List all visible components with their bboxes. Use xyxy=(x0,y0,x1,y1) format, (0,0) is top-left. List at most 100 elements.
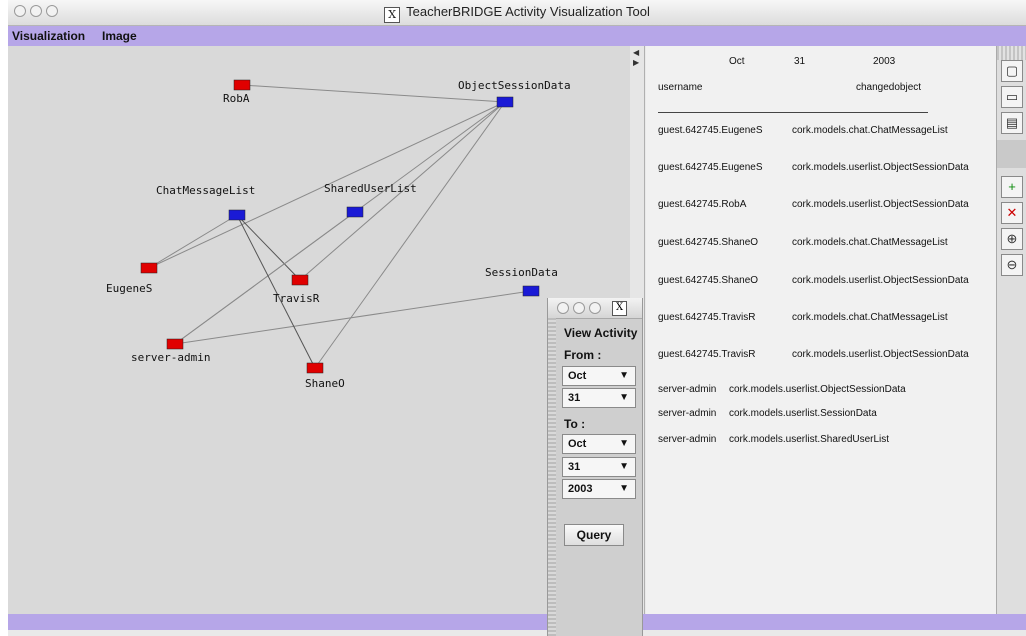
node-box[interactable] xyxy=(346,206,364,218)
graph-node-chatmessagelist[interactable]: ChatMessageList xyxy=(156,184,255,221)
dialog-minimize-icon[interactable] xyxy=(573,302,585,314)
dialog-grip[interactable] xyxy=(548,318,556,636)
graph-edge xyxy=(174,290,532,345)
graph-node-objectsessiondata[interactable]: ObjectSessionData xyxy=(458,79,571,108)
delete-node-icon[interactable]: ✕ xyxy=(1001,202,1023,224)
save-icon[interactable]: ▤ xyxy=(1001,112,1023,134)
new-document-icon[interactable]: ▢ xyxy=(1001,60,1023,82)
query-button[interactable]: Query xyxy=(564,524,624,546)
title-bar[interactable]: X TeacherBRIDGE Activity Visualization To… xyxy=(8,0,1026,26)
node-box[interactable] xyxy=(228,209,246,221)
to-year-value: 2003 xyxy=(568,483,593,495)
node-label: SharedUserList xyxy=(324,182,417,195)
menu-bar: Visualization Image xyxy=(8,26,1026,46)
graph-node-travisr[interactable]: TravisR xyxy=(273,274,320,305)
from-month-select[interactable]: Oct ▼ xyxy=(562,366,636,386)
result-changedobject: cork.models.userlist.ObjectSessionData xyxy=(792,275,969,286)
results-panel: Oct 31 2003 username changedobject guest… xyxy=(646,46,996,614)
graph-node-server-admin[interactable]: server-admin xyxy=(131,338,210,364)
node-box[interactable] xyxy=(291,274,309,286)
menu-image[interactable]: Image xyxy=(102,29,137,43)
network-graph[interactable]: RobA ObjectSessionData ChatMessageList Shar… xyxy=(8,46,630,614)
node-label: EugeneS xyxy=(106,282,152,295)
result-username: guest.642745.RobA xyxy=(658,199,747,210)
status-bar xyxy=(8,614,1026,630)
result-username: server-admin xyxy=(658,408,717,419)
chevron-down-icon: ▼ xyxy=(619,461,629,472)
node-label: ShaneO xyxy=(305,377,345,390)
node-box[interactable] xyxy=(233,79,251,91)
toolbar-grip[interactable] xyxy=(997,46,1026,60)
result-changedobject: cork.models.userlist.SharedUserList xyxy=(729,434,890,445)
graph-node-roba[interactable]: RobA xyxy=(223,79,251,105)
graph-edge xyxy=(148,214,238,269)
node-label: ChatMessageList xyxy=(156,184,255,197)
result-username: guest.642745.TravisR xyxy=(658,312,756,323)
from-label: From : xyxy=(564,348,602,362)
dialog-zoom-icon[interactable] xyxy=(589,302,601,314)
window-title-text: TeacherBRIDGE Activity Visualization Too… xyxy=(406,4,650,19)
dialog-title: View Activity xyxy=(564,326,638,340)
node-label: server-admin xyxy=(131,351,210,364)
result-changedobject: cork.models.userlist.ObjectSessionData xyxy=(792,162,969,173)
graph-edge xyxy=(174,211,356,345)
collapse-left-icon[interactable]: ◀ xyxy=(633,48,639,57)
graph-edge xyxy=(314,101,506,369)
graph-node-eugenes[interactable]: EugeneS xyxy=(106,262,158,295)
zoom-in-icon[interactable]: ⊕ xyxy=(1001,228,1023,250)
collapse-right-icon[interactable]: ▶ xyxy=(633,58,639,67)
result-changedobject: cork.models.chat.ChatMessageList xyxy=(792,312,948,323)
chevron-down-icon: ▼ xyxy=(619,370,629,381)
to-day-value: 31 xyxy=(568,461,581,473)
from-day-select[interactable]: 31 ▼ xyxy=(562,388,636,408)
result-changedobject: cork.models.chat.ChatMessageList xyxy=(792,237,948,248)
to-year-select[interactable]: 2003 ▼ xyxy=(562,479,636,499)
node-label: SessionData xyxy=(485,266,558,279)
to-month-select[interactable]: Oct ▼ xyxy=(562,434,636,454)
results-list: guest.642745.EugeneS cork.models.chat.Cha… xyxy=(646,46,996,606)
result-changedobject: cork.models.userlist.ObjectSessionData xyxy=(792,199,969,210)
chevron-down-icon: ▼ xyxy=(619,438,629,449)
node-label: RobA xyxy=(223,92,250,105)
open-icon[interactable]: ▭ xyxy=(1001,86,1023,108)
x11-icon: X xyxy=(612,301,627,316)
result-username: server-admin xyxy=(658,434,717,445)
result-changedobject: cork.models.userlist.SessionData xyxy=(729,408,877,419)
node-box[interactable] xyxy=(496,96,514,108)
add-node-icon[interactable]: + xyxy=(1001,176,1023,198)
side-toolbar: ▢ ▭ ▤ + ✕ ⊕ ⊖ xyxy=(996,46,1026,614)
dialog-close-icon[interactable] xyxy=(557,302,569,314)
view-activity-dialog: X View Activity From : Oct ▼ 31 ▼ To : Oct… xyxy=(547,298,643,636)
result-changedobject: cork.models.userlist.ObjectSessionData xyxy=(792,349,969,360)
result-username: guest.642745.EugeneS xyxy=(658,125,763,136)
dialog-title-bar[interactable]: X xyxy=(548,298,642,319)
menu-visualization[interactable]: Visualization xyxy=(12,29,85,43)
result-username: guest.642745.EugeneS xyxy=(658,162,763,173)
result-username: server-admin xyxy=(658,384,717,395)
node-label: TravisR xyxy=(273,292,320,305)
node-box[interactable] xyxy=(306,362,324,374)
graph-node-sessiondata[interactable]: SessionData xyxy=(485,266,558,297)
zoom-out-icon[interactable]: ⊖ xyxy=(1001,254,1023,276)
graph-edge xyxy=(236,214,301,281)
app-window: X TeacherBRIDGE Activity Visualization To… xyxy=(8,0,1026,636)
graph-node-shaneo[interactable]: ShaneO xyxy=(305,362,345,390)
chevron-down-icon: ▼ xyxy=(619,392,629,403)
from-month-value: Oct xyxy=(568,370,587,382)
toolbar-separator xyxy=(997,140,1026,168)
node-box[interactable] xyxy=(522,285,540,297)
to-month-value: Oct xyxy=(568,438,587,450)
node-box[interactable] xyxy=(166,338,184,350)
chevron-down-icon: ▼ xyxy=(619,483,629,494)
x11-icon: X xyxy=(384,7,401,23)
result-changedobject: cork.models.userlist.ObjectSessionData xyxy=(729,384,906,395)
node-box[interactable] xyxy=(140,262,158,274)
to-label: To : xyxy=(564,417,586,431)
graph-canvas[interactable]: RobA ObjectSessionData ChatMessageList Shar… xyxy=(8,46,631,614)
result-username: guest.642745.ShaneO xyxy=(658,237,759,248)
result-changedobject: cork.models.chat.ChatMessageList xyxy=(792,125,948,136)
graph-node-shareduserlist[interactable]: SharedUserList xyxy=(324,182,417,218)
node-label: ObjectSessionData xyxy=(458,79,571,92)
to-day-select[interactable]: 31 ▼ xyxy=(562,457,636,477)
window-title: X TeacherBRIDGE Activity Visualization To… xyxy=(8,4,1026,23)
